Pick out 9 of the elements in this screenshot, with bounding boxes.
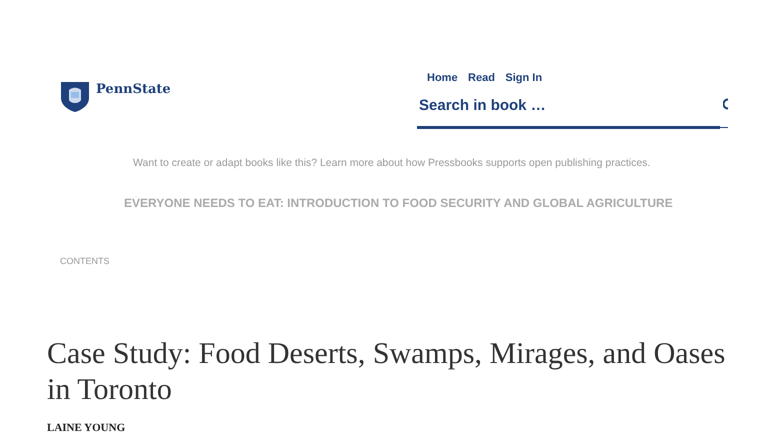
shield-logo-icon bbox=[60, 80, 90, 112]
logo-text: PennState bbox=[96, 81, 171, 99]
search-icon bbox=[723, 98, 728, 110]
nav-link[interactable]: Sign In bbox=[505, 72, 542, 84]
author-name: LAINE YOUNG bbox=[47, 421, 126, 436]
notice-text: Want to create or adapt books like this? Learn more about how Pressbooks supports open publishing practices. bbox=[133, 156, 652, 171]
nav-link[interactable]: Home bbox=[427, 72, 458, 84]
nav-link[interactable]: Read bbox=[468, 72, 495, 84]
chapter-title: Case Study: Food Deserts, Swamps, Mirages, and Oases in Toronto bbox=[47, 336, 726, 408]
